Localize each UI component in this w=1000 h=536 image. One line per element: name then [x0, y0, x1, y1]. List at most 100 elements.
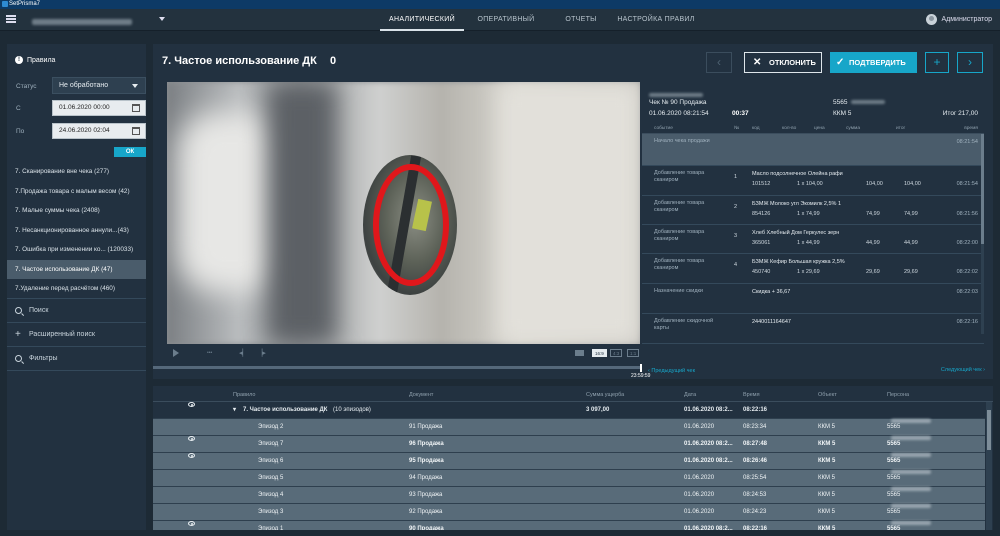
from-date-input[interactable]: 01.06.2020 00:00	[52, 100, 146, 116]
search-action[interactable]: Поиск	[15, 307, 48, 314]
scrollbar-thumb[interactable]	[981, 134, 984, 244]
tab-reports[interactable]: ОТЧЕТЫ	[548, 9, 614, 31]
status-select[interactable]: Не обработано	[52, 77, 146, 94]
step-forward-icon[interactable]: ▕▸	[257, 349, 266, 357]
table-scrollbar[interactable]	[986, 402, 992, 530]
receipt-scrollbar[interactable]	[981, 134, 984, 334]
receipt-name: БЗМЖ Кефир Большая кружка 2,5%	[752, 259, 845, 265]
col-damage[interactable]: Сумма ущерба	[586, 392, 624, 398]
rule-item[interactable]: 7.Удаление перед расчётом (460)	[7, 279, 146, 299]
previous-check-link[interactable]: ‹ Предыдущий чек	[648, 368, 695, 374]
col-rule[interactable]: Правило	[233, 392, 255, 398]
rule-item[interactable]: 7. Сканирование вне чека (277)	[7, 162, 146, 182]
redacted-text	[891, 521, 931, 525]
calendar-icon[interactable]	[132, 127, 140, 135]
receipt-event: Добавление товара сканиром	[654, 170, 705, 183]
next-button[interactable]: ›	[957, 52, 983, 73]
rule-item[interactable]: 7.Продажа товара с малым весом (42)	[7, 182, 146, 202]
receipt-name: Хлеб Хлебный Дом Геркулес зерн	[752, 230, 840, 236]
table-row[interactable]: Эпизод 2 91 Продажа 01.06.2020 08:23:34 ККМ …	[153, 419, 985, 436]
receipt-row[interactable]: Добавление скидочной карты 2440011164647 0…	[642, 314, 984, 344]
video-player[interactable]	[167, 82, 640, 344]
cell-time: 08:22:16	[743, 526, 768, 530]
eye-icon[interactable]	[188, 453, 195, 458]
rule-item[interactable]: 7. Малые суммы чека (2408)	[7, 201, 146, 221]
receipt-cashier: 5565	[833, 99, 886, 106]
search-icon	[15, 307, 22, 314]
aspect-16-9[interactable]: 16:9	[592, 349, 607, 357]
tab-analytic[interactable]: АНАЛИТИЧЕСКИЙ	[380, 9, 464, 31]
cell-date: 01.06.2020	[684, 475, 715, 481]
add-button[interactable]: +	[925, 52, 949, 73]
app-title: SetPrisma7	[9, 1, 41, 7]
aspect-4-3[interactable]: 4:3	[610, 349, 623, 357]
next-check-link[interactable]: Следующий чек ›	[941, 367, 985, 373]
previous-button[interactable]: ‹	[706, 52, 732, 73]
video-timeline[interactable]: 23:59:59	[153, 364, 993, 379]
redacted-text	[891, 470, 931, 474]
cell-obj: ККМ 5	[818, 441, 836, 447]
col-object[interactable]: Объект	[818, 392, 837, 398]
confirm-button[interactable]: ПОДТВЕРДИТЬ	[830, 52, 917, 73]
table-group-row[interactable]: ▾ 7. Частое использование ДК (10 эпизодо…	[153, 402, 985, 419]
group-time: 08:22:16	[743, 407, 768, 413]
menu-icon[interactable]	[6, 15, 16, 23]
cell-episode: Эпизод 6	[258, 458, 284, 464]
receipt-code: 101512	[752, 181, 771, 187]
timeline-track[interactable]	[153, 366, 642, 369]
redacted-text	[851, 100, 886, 105]
cell-obj: ККМ 5	[818, 509, 835, 515]
video-blur-region	[497, 82, 640, 344]
receipt-sum: 104,00	[866, 181, 883, 187]
play-icon[interactable]	[173, 349, 179, 357]
reject-button[interactable]: ОТКЛОНИТЬ	[744, 52, 822, 73]
scrollbar-thumb[interactable]	[987, 410, 991, 450]
rule-item[interactable]: 7. Ошибка при изменении ко... (120033)	[7, 240, 146, 260]
step-back-icon[interactable]: ◂▏	[239, 349, 248, 357]
camera-icon[interactable]	[575, 350, 584, 356]
table-row[interactable]: Эпизод 7 96 Продажа 01.06.2020 08:2... 08:2…	[153, 436, 985, 453]
cell-date: 01.06.2020	[684, 509, 715, 515]
calendar-icon[interactable]	[132, 104, 140, 112]
store-selector[interactable]	[22, 13, 165, 26]
tab-rule-settings[interactable]: НАСТРОЙКА ПРАВИЛ	[614, 9, 698, 31]
receipt-qty: 1 x 74,99	[797, 211, 820, 217]
eye-icon[interactable]	[188, 436, 195, 441]
rule-item[interactable]: 7. Несанкционированное аннули...(43)	[7, 221, 146, 241]
receipt-row[interactable]: Добавление товара сканиром 4 БЗМЖ Кефир Бо…	[642, 254, 984, 284]
to-date-input[interactable]: 24.06.2020 02:04	[52, 123, 146, 139]
receipt-row[interactable]: Добавление товара сканиром 2 БЗМЖ Молоко у…	[642, 196, 984, 225]
col-person[interactable]: Персона	[887, 392, 909, 398]
table-row[interactable]: Эпизод 6 95 Продажа 01.06.2020 08:2... 08:2…	[153, 453, 985, 470]
aspect-1-1[interactable]: 1:1	[627, 349, 640, 357]
col-date[interactable]: Дата	[684, 392, 696, 398]
rule-item-active[interactable]: 7. Частое использование ДК (47)	[7, 259, 146, 279]
receipt-row[interactable]: Добавление товара сканиром 1 Масло подсолн…	[642, 166, 984, 196]
advanced-search-action[interactable]: + Расширенный поиск	[15, 330, 95, 340]
cell-episode: Эпизод 7	[258, 441, 284, 447]
col-time[interactable]: Время	[743, 392, 760, 398]
user-menu[interactable]: Администратор	[926, 13, 992, 26]
group-caret-icon[interactable]: ▾	[233, 402, 236, 419]
col-document[interactable]: Документ	[409, 392, 433, 398]
receipt-name: БЗМЖ Молоко угл Экомилк 2,5% 1	[752, 201, 841, 207]
table-row[interactable]: Эпизод 4 93 Продажа 01.06.2020 08:24:53 ККМ …	[153, 487, 985, 504]
table-row[interactable]: Эпизод 3 92 Продажа 01.06.2020 08:24:23 ККМ …	[153, 504, 985, 521]
receipt-duration: 00:37	[732, 110, 749, 117]
timeline-handle[interactable]	[640, 364, 642, 372]
receipt-time2: 08:22:02	[956, 269, 978, 275]
eye-icon[interactable]	[188, 402, 195, 407]
speed-indicator[interactable]: •••	[207, 350, 212, 356]
table-row[interactable]: Эпизод 1 90 Продажа 01.06.2020 08:2... 08:2…	[153, 521, 985, 530]
eye-icon[interactable]	[188, 521, 195, 526]
receipt-row[interactable]: Начало чека продажи 08:21:54	[642, 134, 984, 166]
table-row[interactable]: Эпизод 5 94 Продажа 01.06.2020 08:25:54 ККМ …	[153, 470, 985, 487]
tab-operative[interactable]: ОПЕРАТИВНЫЙ	[464, 9, 548, 31]
filters-action[interactable]: Фильтры	[15, 355, 58, 362]
receipt-row[interactable]: Назначение скидки Скидка + 36,67 08:22:03	[642, 284, 984, 314]
receipt-code: 854126	[752, 211, 771, 217]
receipt-sum: 74,99	[866, 211, 880, 217]
apply-filter-button[interactable]: ОК	[114, 147, 146, 157]
receipt-row[interactable]: Добавление товара сканиром 3 Хлеб Хлебный …	[642, 225, 984, 254]
receipt-code: 365061	[752, 240, 771, 246]
